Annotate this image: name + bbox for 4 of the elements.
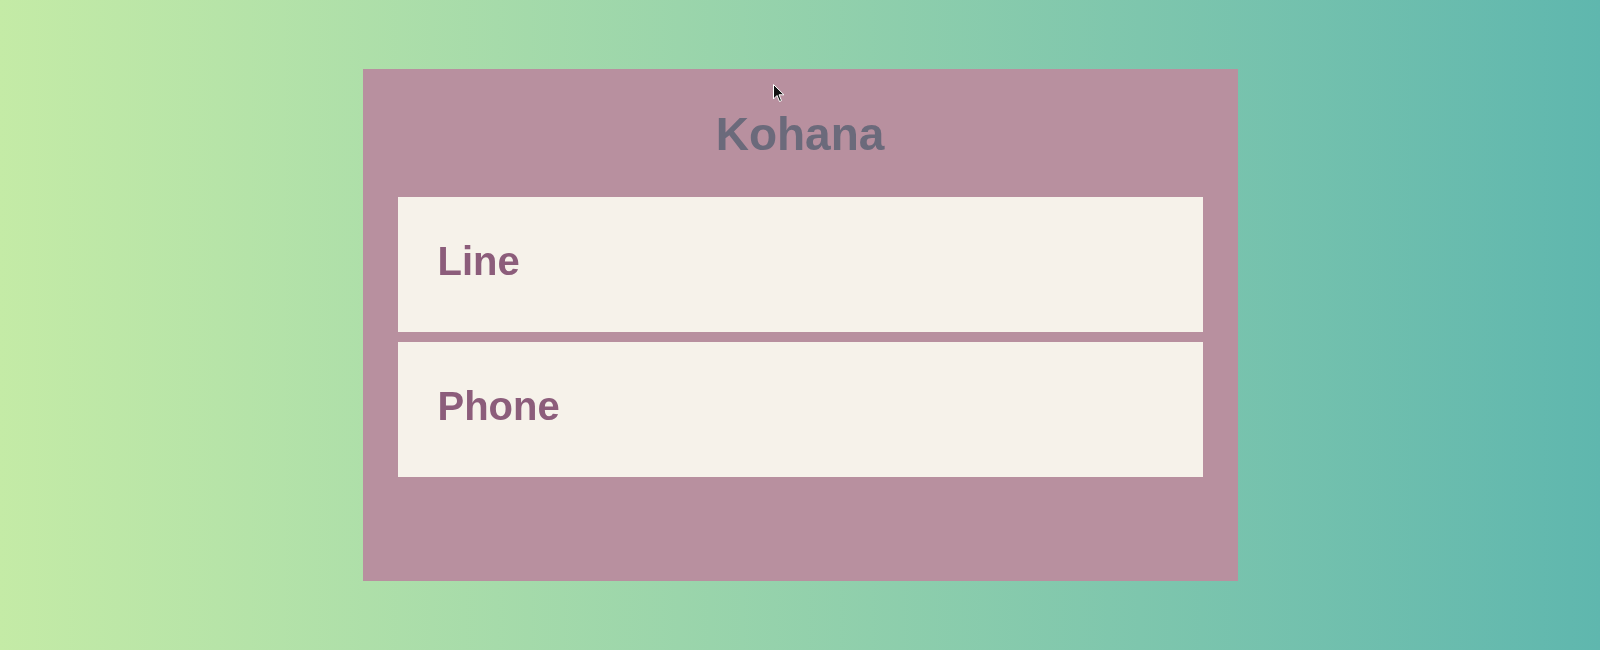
text-field[interactable]: Phone — [397, 342, 1203, 477]
text-field[interactable]: Line — [397, 197, 1203, 332]
cursor-icon — [772, 84, 785, 102]
form-title: Kohana — [715, 111, 885, 157]
